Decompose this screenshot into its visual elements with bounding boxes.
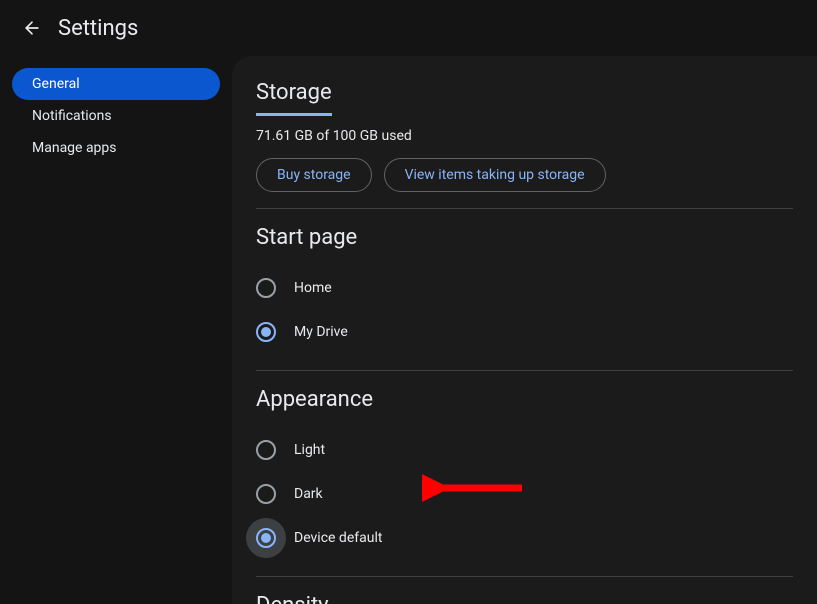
radio-label: My Drive (294, 324, 348, 340)
section-appearance: Appearance Light Dark Device default (256, 387, 793, 577)
radio-option-device-default[interactable]: Device default (256, 516, 793, 560)
radio-icon (256, 484, 276, 504)
storage-usage-text: 71.61 GB of 100 GB used (256, 128, 793, 144)
radio-option-home[interactable]: Home (256, 266, 793, 310)
section-title-start-page: Start page (256, 225, 357, 250)
section-title-density: Density (256, 593, 329, 604)
back-button[interactable] (12, 8, 52, 48)
radio-label: Dark (294, 486, 323, 502)
section-start-page: Start page Home My Drive (256, 225, 793, 371)
main-panel: Storage 71.61 GB of 100 GB used Buy stor… (232, 56, 817, 604)
radio-icon (256, 278, 276, 298)
sidebar-item-notifications[interactable]: Notifications (12, 100, 220, 132)
radio-label: Device default (294, 530, 382, 546)
sidebar: General Notifications Manage apps (0, 56, 232, 604)
radio-option-dark[interactable]: Dark (256, 472, 793, 516)
buy-storage-button[interactable]: Buy storage (256, 158, 372, 192)
section-title-storage: Storage (256, 80, 332, 116)
sidebar-item-label: General (32, 76, 80, 92)
radio-label: Light (294, 442, 325, 458)
section-storage: Storage 71.61 GB of 100 GB used Buy stor… (256, 80, 793, 209)
sidebar-item-label: Manage apps (32, 140, 117, 156)
arrow-left-icon (22, 18, 42, 38)
section-title-appearance: Appearance (256, 387, 373, 412)
header: Settings (0, 0, 817, 56)
sidebar-item-general[interactable]: General (12, 68, 220, 100)
radio-icon (256, 440, 276, 460)
radio-icon (256, 528, 276, 548)
radio-option-light[interactable]: Light (256, 428, 793, 472)
radio-option-my-drive[interactable]: My Drive (256, 310, 793, 354)
radio-label: Home (294, 280, 332, 296)
page-title: Settings (58, 16, 138, 41)
radio-icon (256, 322, 276, 342)
section-density: Density Comfortable (256, 593, 793, 604)
view-items-button[interactable]: View items taking up storage (384, 158, 606, 192)
sidebar-item-label: Notifications (32, 108, 112, 124)
sidebar-item-manage-apps[interactable]: Manage apps (12, 132, 220, 164)
